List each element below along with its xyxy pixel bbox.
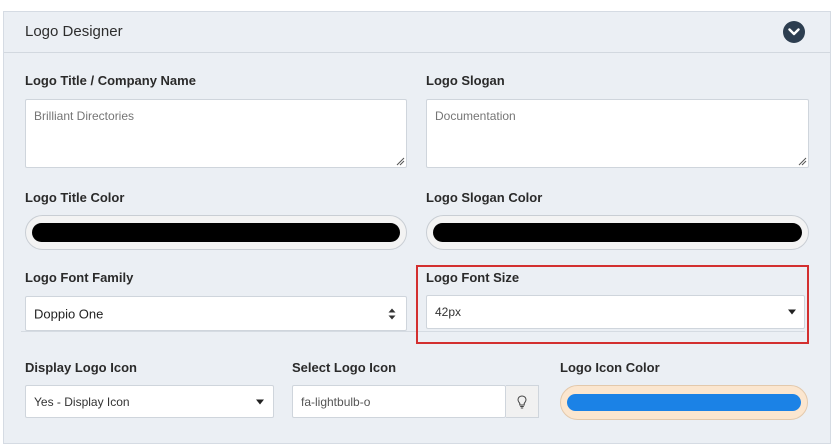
panel-header[interactable]: Logo Designer [4,12,830,53]
highlight-box [416,265,809,344]
panel-title: Logo Designer [25,23,123,40]
chevron-down-icon [788,28,800,36]
select-logo-icon-label: Select Logo Icon [292,360,397,375]
logo-slogan-input[interactable] [426,99,809,168]
select-logo-icon-input[interactable]: fa-lightbulb-o [292,385,506,418]
logo-title-color-label: Logo Title Color [25,190,125,205]
icon-preview-addon[interactable] [506,385,539,418]
input-value: fa-lightbulb-o [301,394,371,409]
resize-grip-icon[interactable] [395,156,405,166]
color-swatch [433,223,802,242]
color-swatch [32,223,400,242]
logo-slogan-label: Logo Slogan [426,73,505,88]
display-logo-icon-select[interactable]: Yes - Display Icon [25,385,274,418]
lightbulb-icon [517,395,527,409]
logo-title-color-picker[interactable] [25,215,407,250]
select-value: Doppio One [34,306,104,321]
logo-icon-color-picker[interactable] [560,385,808,420]
logo-title-input[interactable] [25,99,407,168]
caret-down-icon [256,399,264,404]
select-value: Yes - Display Icon [34,394,130,409]
logo-font-family-select[interactable]: Doppio One [25,296,407,331]
logo-slogan-color-label: Logo Slogan Color [426,190,543,205]
color-swatch [567,394,801,411]
logo-slogan-color-picker[interactable] [426,215,809,250]
sort-arrows-icon [388,308,396,319]
logo-icon-color-label: Logo Icon Color [560,360,660,375]
display-logo-icon-label: Display Logo Icon [25,360,137,375]
logo-font-family-label: Logo Font Family [25,270,134,285]
logo-title-label: Logo Title / Company Name [25,73,196,88]
collapse-button[interactable] [783,21,805,43]
resize-grip-icon[interactable] [797,156,807,166]
